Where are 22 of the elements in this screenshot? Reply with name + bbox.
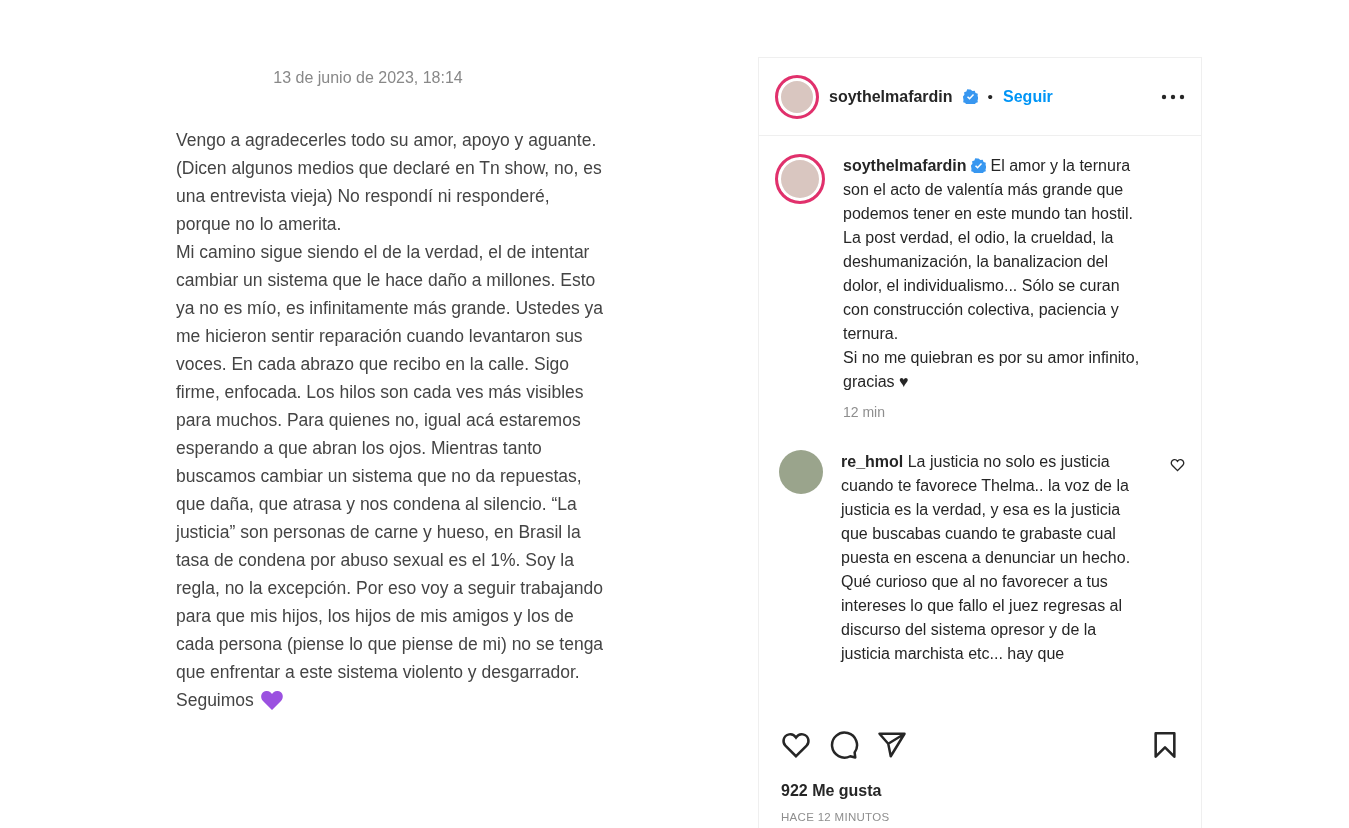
heart-icon[interactable] — [781, 731, 811, 759]
caption-time: 12 min — [843, 403, 887, 422]
note-paragraph: Vengo a agradecerles todo su amor, apoyo y aguante. — [175, 129, 598, 152]
note-paragraph: Mi camino sigue siendo el de la verdad, el de intentar cambiar un sistema que le hace daño a millones. Esto ya no es mío, es infinitamente más grande. Ustedes ya me hicieron sentir reparación cuando levantaron sus voces. En cada abrazo que recibo en la calle. Sigo firme, enfocada. Los hilos son cada ves más visibles para muchos. Para quienes no, igual acá estaremos esperando a que abran los ojos. Mientras tanto buscamos cambiar un sistema que no da repuestas, que daña, que atrasa y nos condena al silencio. “La justicia” son personas de carne y hueso, en Brasil la tasa de condena por abuso sexual es el 1%. Soy la regla, no la excepción. Por eso voy a seguir trabajando para que mis hijos, los hijos de mis amigos y los de cada persona (piense lo que piense de mi) no se tenga que enfrentar a este sistema violento y desgarrador. — [174, 241, 605, 684]
comment-text: re_hmol La justicia no solo es justicia cuando te favorece Thelma.. la voz de la justicia es la verdad, y esa es la justicia que buscabas cuando te grabaste cual puesta en escena a denunciar un hecho. Qué curioso que al no favorecer a tus intereses lo que fallo el juez regresas al discurso del sistema opresor y de la justicia marchista etc... hay que — [841, 452, 1132, 664]
likes-count[interactable]: 922 Me gusta — [759, 765, 1201, 803]
post-time: HACE 12 MINUTOS — [780, 810, 891, 825]
note-closing: Seguimos — [176, 689, 254, 712]
username[interactable]: soythelmafardin — [829, 84, 953, 109]
separator: • — [987, 86, 994, 107]
heart-icon — [259, 689, 284, 711]
note-paragraph: (Dicen algunos medios que declaré en Tn show, no, es una entrevista vieja) No respondí ni responderé, porque no lo amerita. — [175, 157, 603, 236]
heart-icon[interactable] — [1170, 458, 1185, 472]
note-date: 13 de junio de 2023, 18:14 — [272, 68, 464, 88]
comment-icon[interactable] — [829, 730, 859, 760]
send-icon[interactable] — [877, 730, 907, 760]
avatar[interactable] — [779, 450, 823, 494]
bookmark-icon[interactable] — [1151, 730, 1179, 760]
more-icon[interactable] — [1161, 93, 1185, 100]
avatar[interactable] — [775, 154, 825, 204]
caption-text: soythelmafardin El amor y la ternura son el acto de valentía más grande que podemos tener en este mundo tan hostil. La post verdad, el odio, la crueldad, la deshumanización, la banalizacion del dolor, el individualismo... Sólo se curan con construcción colectiva, paciencia y ternura. Si no me quiebran es por su amor infinito, gracias ♥ — [843, 156, 1141, 392]
avatar[interactable] — [775, 74, 819, 119]
